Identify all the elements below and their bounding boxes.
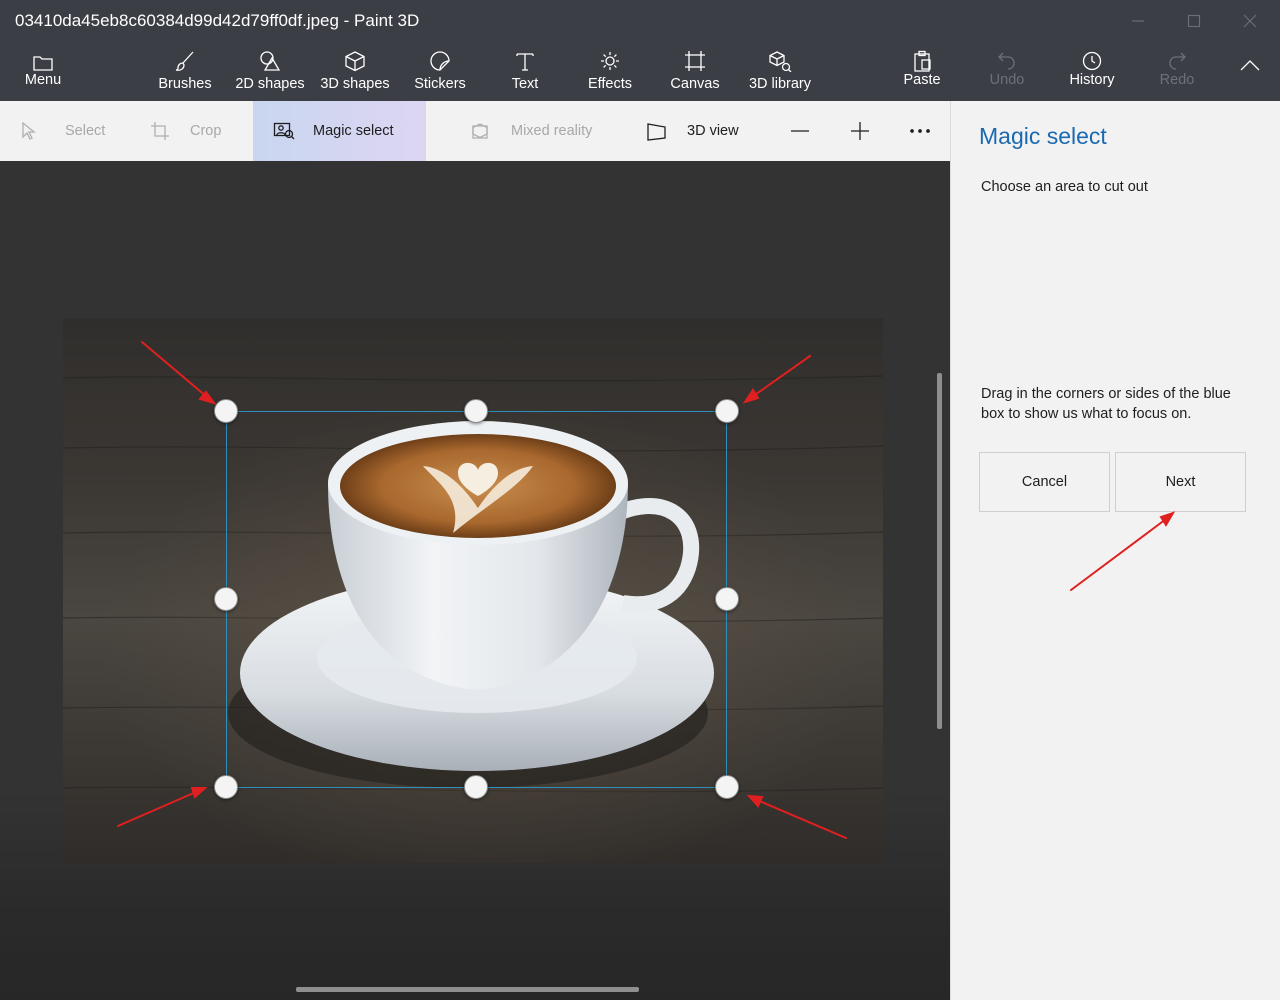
canvas-workspace[interactable]: [0, 161, 950, 1000]
panel-instructions: Drag in the corners or sides of the blue…: [981, 386, 1231, 422]
cancel-button[interactable]: Cancel: [979, 452, 1110, 512]
canvas-button[interactable]: Canvas: [665, 42, 725, 101]
3d-view-label: 3D view: [687, 123, 739, 139]
redo-label: Redo: [1159, 72, 1195, 88]
handle-bottom-left[interactable]: [214, 775, 238, 799]
3d-library-icon: [769, 51, 792, 72]
magic-select-icon: [273, 122, 295, 140]
paste-label: Paste: [903, 72, 941, 88]
canvas-label: Canvas: [670, 76, 720, 92]
menu-label: Menu: [24, 72, 62, 88]
history-button[interactable]: History: [1062, 42, 1122, 101]
cursor-icon: [22, 122, 36, 140]
effects-label: Effects: [587, 76, 633, 92]
stickers-label: Stickers: [414, 76, 466, 92]
history-label: History: [1069, 72, 1115, 88]
window-title: 03410da45eb8c60384d99d42d79ff0df.jpeg - …: [15, 11, 420, 30]
crop-label: Crop: [190, 123, 222, 139]
brushes-label: Brushes: [158, 76, 212, 92]
sun-icon: [601, 52, 619, 70]
chevron-up-icon: [1240, 60, 1260, 71]
text-button[interactable]: Text: [495, 42, 555, 101]
crop-button[interactable]: Crop: [150, 101, 240, 161]
handle-bottom-right[interactable]: [715, 775, 739, 799]
minimize-button[interactable]: [1110, 0, 1166, 42]
close-button[interactable]: [1222, 0, 1278, 42]
sticker-icon: [430, 51, 450, 71]
vertical-scrollbar[interactable]: [937, 373, 942, 729]
2d-shapes-label: 2D shapes: [235, 76, 305, 92]
menu-button[interactable]: Menu: [14, 42, 72, 101]
undo-button[interactable]: Undo: [980, 42, 1034, 101]
handle-top-left[interactable]: [214, 399, 238, 423]
brush-icon: [175, 51, 194, 71]
mixed-reality-icon: [472, 123, 488, 139]
select-button[interactable]: Select: [20, 101, 120, 161]
next-button[interactable]: Next: [1115, 452, 1246, 512]
3d-view-icon: [647, 123, 666, 141]
cube-icon: [345, 51, 365, 72]
panel-title: Magic select: [979, 123, 1107, 149]
panel-subtitle: Choose an area to cut out: [981, 179, 1148, 195]
select-label: Select: [65, 123, 106, 139]
main-ribbon: Menu Brushes 2D shapes 3D shapes Sticker…: [0, 42, 1280, 101]
effects-button[interactable]: Effects: [578, 42, 642, 101]
more-icon: [910, 129, 930, 133]
magic-select-label: Magic select: [313, 123, 394, 139]
3d-shapes-label: 3D shapes: [320, 76, 390, 92]
canvas-icon: [685, 51, 705, 71]
stickers-button[interactable]: Stickers: [405, 42, 475, 101]
3d-library-label: 3D library: [748, 76, 812, 92]
mixed-reality-label: Mixed reality: [511, 123, 593, 139]
text-icon: [516, 53, 534, 71]
more-options-button[interactable]: [905, 101, 935, 161]
history-icon: [1082, 51, 1102, 71]
handle-top-right[interactable]: [715, 399, 739, 423]
handle-middle-right[interactable]: [715, 587, 739, 611]
redo-button[interactable]: Redo: [1150, 42, 1204, 101]
horizontal-scrollbar[interactable]: [296, 987, 639, 992]
zoom-in-button[interactable]: [845, 101, 875, 161]
tool-options-bar: Select Crop Magic select Mixed reality 3…: [0, 101, 950, 161]
mixed-reality-button[interactable]: Mixed reality: [471, 101, 611, 161]
2d-shapes-button[interactable]: 2D shapes: [230, 42, 310, 101]
folder-icon: [33, 56, 53, 71]
handle-bottom-middle[interactable]: [464, 775, 488, 799]
maximize-icon: [1187, 14, 1201, 28]
paste-button[interactable]: Paste: [895, 42, 949, 101]
minimize-icon: [1132, 20, 1144, 22]
handle-top-middle[interactable]: [464, 399, 488, 423]
3d-view-button[interactable]: 3D view: [646, 101, 756, 161]
maximize-button[interactable]: [1166, 0, 1222, 42]
magic-select-panel: Magic select Choose an area to cut out D…: [950, 101, 1280, 1000]
3d-shapes-button[interactable]: 3D shapes: [315, 42, 395, 101]
brushes-button[interactable]: Brushes: [150, 42, 220, 101]
clipboard-icon: [914, 50, 931, 72]
magic-select-button[interactable]: Magic select: [253, 101, 426, 161]
handle-middle-left[interactable]: [214, 587, 238, 611]
plus-icon: [851, 122, 869, 140]
3d-library-button[interactable]: 3D library: [740, 42, 820, 101]
undo-icon: [998, 52, 1015, 70]
collapse-ribbon-button[interactable]: [1232, 42, 1268, 101]
undo-label: Undo: [989, 72, 1025, 88]
2d-shapes-icon: [260, 51, 281, 71]
close-icon: [1243, 14, 1257, 28]
zoom-out-button[interactable]: [785, 101, 815, 161]
redo-icon: [1169, 52, 1186, 70]
text-label: Text: [511, 76, 539, 92]
crop-icon: [151, 122, 169, 140]
title-bar: 03410da45eb8c60384d99d42d79ff0df.jpeg - …: [0, 0, 1280, 42]
minus-icon: [791, 130, 809, 132]
